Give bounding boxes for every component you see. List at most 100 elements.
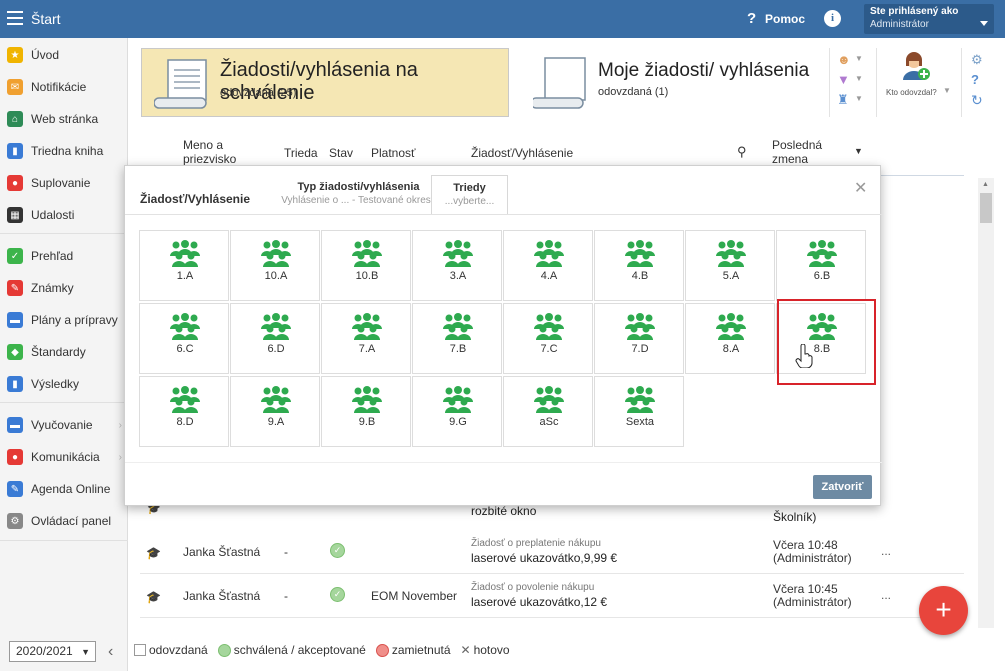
class-tile[interactable]: 5.A bbox=[685, 230, 775, 301]
group-icon bbox=[624, 385, 656, 413]
class-tile[interactable]: 6.C bbox=[139, 303, 229, 374]
partial-request: rozbité okno bbox=[471, 504, 537, 518]
sidebar-item-label: Plány a prípravy bbox=[31, 313, 118, 327]
sidebar-item-6[interactable]: ▦ Udalosti bbox=[0, 202, 128, 228]
class-name: 6.B bbox=[813, 270, 831, 282]
sidebar-item-15[interactable]: ⚙ Ovládací panel bbox=[0, 508, 128, 534]
envelope-icon: ✉ bbox=[7, 79, 23, 95]
sidebar-item-11[interactable]: ▮ Výsledky bbox=[0, 371, 128, 397]
col-request[interactable]: Žiadosť/Vyhlásenie bbox=[471, 146, 573, 160]
class-tile[interactable]: 9.A bbox=[230, 376, 320, 447]
collapse-sidebar-icon[interactable]: ‹ bbox=[108, 643, 113, 661]
close-button[interactable]: Zatvoriť bbox=[813, 475, 872, 499]
group-icon bbox=[351, 385, 383, 413]
class-tile[interactable]: 3.A bbox=[412, 230, 502, 301]
sidebar-item-1[interactable]: ★ Úvod bbox=[0, 42, 128, 68]
close-icon[interactable]: ✕ bbox=[854, 178, 867, 198]
class-tile[interactable]: 7.D bbox=[594, 303, 684, 374]
sidebar-item-3[interactable]: ⌂ Web stránka bbox=[0, 106, 128, 132]
help-icon[interactable]: ? bbox=[747, 10, 756, 27]
card-my-requests[interactable]: Moje žiadosti/ vyhlásenia odovzdaná (1) bbox=[519, 48, 819, 117]
class-tile[interactable]: 4.A bbox=[503, 230, 593, 301]
sidebar-item-label: Suplovanie bbox=[31, 176, 91, 190]
menu-icon[interactable] bbox=[7, 11, 23, 25]
funnel-icon[interactable]: ▼ bbox=[837, 72, 850, 87]
row-more-button[interactable]: ... bbox=[881, 588, 891, 602]
tab-request-type-title: Typ žiadosti/vyhlásenia bbox=[297, 181, 420, 193]
tab-classes[interactable]: Triedy ...vyberte... bbox=[431, 175, 508, 215]
scroll-thumb[interactable] bbox=[980, 193, 992, 223]
row-validity: EOM November bbox=[371, 589, 458, 603]
sort-desc-icon[interactable]: ▼ bbox=[854, 146, 863, 156]
footer-divider bbox=[125, 462, 882, 463]
class-name: 7.A bbox=[358, 343, 376, 355]
row-request-type: Žiadosť o preplatenie nákupu bbox=[471, 538, 601, 549]
scroll-up-icon[interactable]: ▲ bbox=[982, 181, 989, 188]
help-link[interactable]: Pomoc bbox=[765, 12, 805, 26]
row-more-button[interactable]: ... bbox=[881, 544, 891, 558]
col-name[interactable]: Meno a priezvisko bbox=[183, 138, 253, 166]
group-icon bbox=[715, 312, 747, 340]
pin-icon[interactable]: ♜ bbox=[837, 92, 849, 108]
chat-icon: ● bbox=[7, 449, 23, 465]
app-title[interactable]: Štart bbox=[31, 11, 61, 27]
sidebar-item-5[interactable]: ● Suplovanie bbox=[0, 170, 128, 196]
sidebar-item-14[interactable]: ✎ Agenda Online bbox=[0, 476, 128, 502]
sidebar-item-9[interactable]: ▬ Plány a prípravy bbox=[0, 307, 128, 333]
col-validity[interactable]: Platnosť bbox=[371, 146, 416, 160]
row-request-detail: laserové ukazovátko,12 € bbox=[471, 595, 608, 609]
approved-status-icon: ✓ bbox=[330, 587, 345, 602]
person-filter-icon[interactable]: ☻ bbox=[837, 52, 851, 67]
table-row[interactable]: 🎓 Janka Šťastná - ✓ EOM November Žiadosť o po… bbox=[140, 574, 964, 618]
class-tile[interactable]: 7.C bbox=[503, 303, 593, 374]
class-tile[interactable]: 6.D bbox=[230, 303, 320, 374]
class-name: 10.A bbox=[264, 270, 288, 282]
tab-request-type[interactable]: Typ žiadosti/vyhlásenia Vyhlásenie o ...… bbox=[261, 181, 456, 206]
class-tile[interactable]: 9.B bbox=[321, 376, 411, 447]
info-icon[interactable]: i bbox=[824, 10, 841, 27]
sidebar-item-12[interactable]: ▬ Vyučovanie › bbox=[0, 412, 128, 438]
class-tile[interactable]: 4.B bbox=[594, 230, 684, 301]
tab-request-type-sub: Vyhlásenie o ... - Testované okresy bbox=[281, 195, 436, 206]
class-tile[interactable]: 10.B bbox=[321, 230, 411, 301]
sidebar-item-7[interactable]: ✓ Prehľad bbox=[0, 243, 128, 269]
table-row[interactable]: 🎓 Janka Šťastná - ✓ Žiadosť o preplatenie ná… bbox=[140, 530, 964, 574]
sidebar-item-4[interactable]: ▮ Triedna kniha bbox=[0, 138, 128, 164]
class-tile[interactable]: 7.A bbox=[321, 303, 411, 374]
class-tile[interactable]: Sexta bbox=[594, 376, 684, 447]
sidebar-item-13[interactable]: ● Komunikácia › bbox=[0, 444, 128, 470]
class-tile[interactable]: aSc bbox=[503, 376, 593, 447]
refresh-icon[interactable]: ↻ bbox=[971, 92, 983, 109]
class-tile[interactable]: 6.B bbox=[776, 230, 866, 301]
scrollbar[interactable]: ▲ bbox=[978, 178, 994, 628]
open-book-icon: ▬ bbox=[7, 417, 23, 433]
help-circle-icon[interactable]: ? bbox=[971, 72, 979, 87]
class-tile[interactable]: 8.A bbox=[685, 303, 775, 374]
sidebar-item-8[interactable]: ✎ Známky bbox=[0, 275, 128, 301]
gears-icon[interactable]: ⚙ bbox=[971, 52, 983, 68]
col-state[interactable]: Stav bbox=[329, 146, 353, 160]
classes-dialog: Žiadosť/Vyhlásenie Typ žiadosti/vyhlásen… bbox=[124, 165, 882, 506]
sidebar-item-2[interactable]: ✉ Notifikácie bbox=[0, 74, 128, 100]
tab-request[interactable]: Žiadosť/Vyhlásenie bbox=[140, 192, 250, 206]
class-tile[interactable]: 8.D bbox=[139, 376, 229, 447]
grade-icon: ✎ bbox=[7, 280, 23, 296]
who-submitted-filter[interactable]: Kto odovzdal? ▼ bbox=[876, 48, 953, 117]
col-last-change[interactable]: Posledná zmena bbox=[772, 138, 842, 166]
class-tile[interactable]: 1.A bbox=[139, 230, 229, 301]
card-requests-to-approve[interactable]: Žiadosti/vyhlásenia na schválenie odovzd… bbox=[141, 48, 509, 117]
class-tile[interactable]: 9.G bbox=[412, 376, 502, 447]
add-button[interactable]: + bbox=[919, 586, 968, 635]
school-year-select[interactable]: 2020/2021 ▼ bbox=[9, 641, 96, 662]
sidebar-item-10[interactable]: ◆ Štandardy bbox=[0, 339, 128, 365]
class-tile[interactable]: 10.A bbox=[230, 230, 320, 301]
class-name: 3.A bbox=[449, 270, 467, 282]
group-icon bbox=[260, 385, 292, 413]
col-class[interactable]: Trieda bbox=[284, 146, 318, 160]
star-icon: ★ bbox=[7, 47, 23, 63]
class-tile[interactable]: 7.B bbox=[412, 303, 502, 374]
link-icon[interactable]: ⚲ bbox=[737, 144, 747, 160]
group-icon bbox=[442, 239, 474, 267]
sidebar-item-label: Úvod bbox=[31, 48, 60, 62]
user-menu[interactable]: Ste prihlásený ako Administrátor bbox=[864, 4, 994, 34]
